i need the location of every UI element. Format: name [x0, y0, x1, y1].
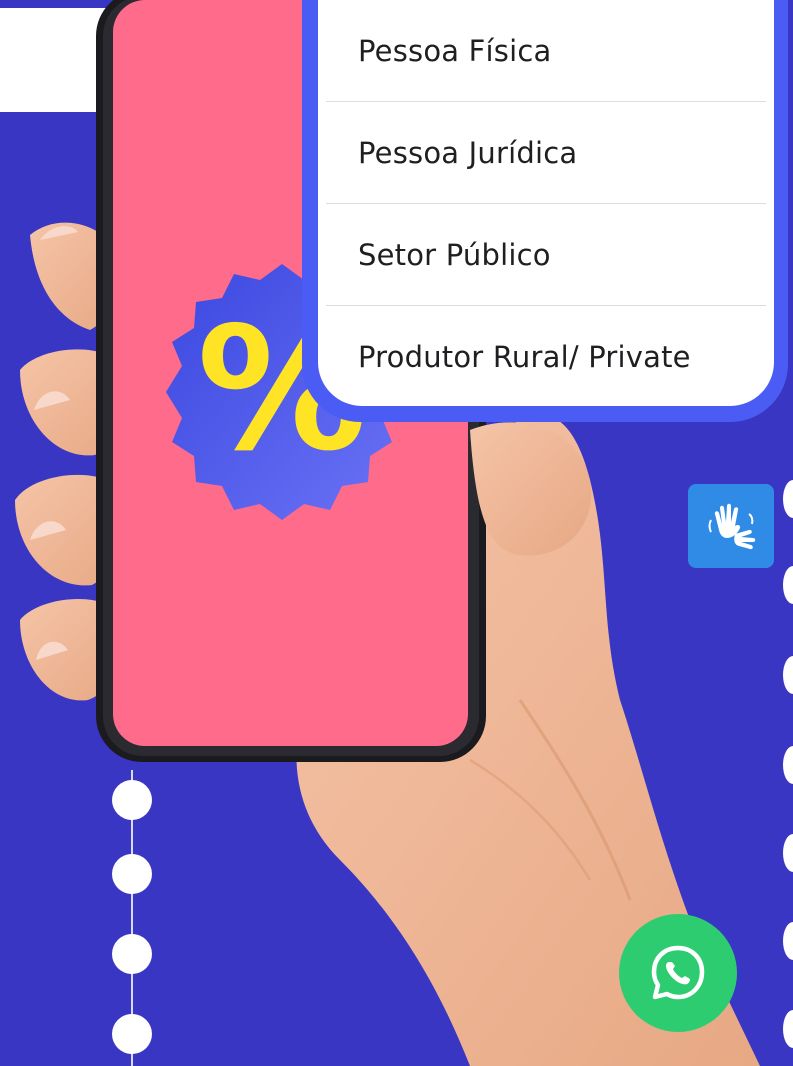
menu-item-pessoa-fisica[interactable]: Pessoa Física	[326, 0, 766, 102]
menu-item-produtor-rural-private[interactable]: Produtor Rural/ Private	[326, 306, 766, 408]
step-timeline	[110, 770, 154, 1066]
timeline-dot	[112, 780, 152, 820]
timeline-dot	[112, 1014, 152, 1054]
dropdown-list: Pessoa Física Pessoa Jurídica Setor Públ…	[326, 0, 766, 408]
whatsapp-icon	[651, 945, 705, 1000]
timeline-dot	[112, 854, 152, 894]
scalloped-edge	[783, 470, 793, 1066]
timeline-dot	[112, 934, 152, 974]
menu-item-setor-publico[interactable]: Setor Público	[326, 204, 766, 306]
whatsapp-button[interactable]	[619, 914, 737, 1032]
sign-language-hands-icon	[708, 503, 756, 550]
menu-item-pessoa-juridica[interactable]: Pessoa Jurídica	[326, 102, 766, 204]
dropdown-panel: Pessoa Física Pessoa Jurídica Setor Públ…	[318, 0, 774, 406]
customer-type-dropdown: Pessoa Física Pessoa Jurídica Setor Públ…	[302, 0, 788, 422]
accessibility-button[interactable]	[688, 484, 774, 568]
page: % Pessoa Física Pessoa Jurídica Setor Pú…	[0, 0, 793, 1066]
